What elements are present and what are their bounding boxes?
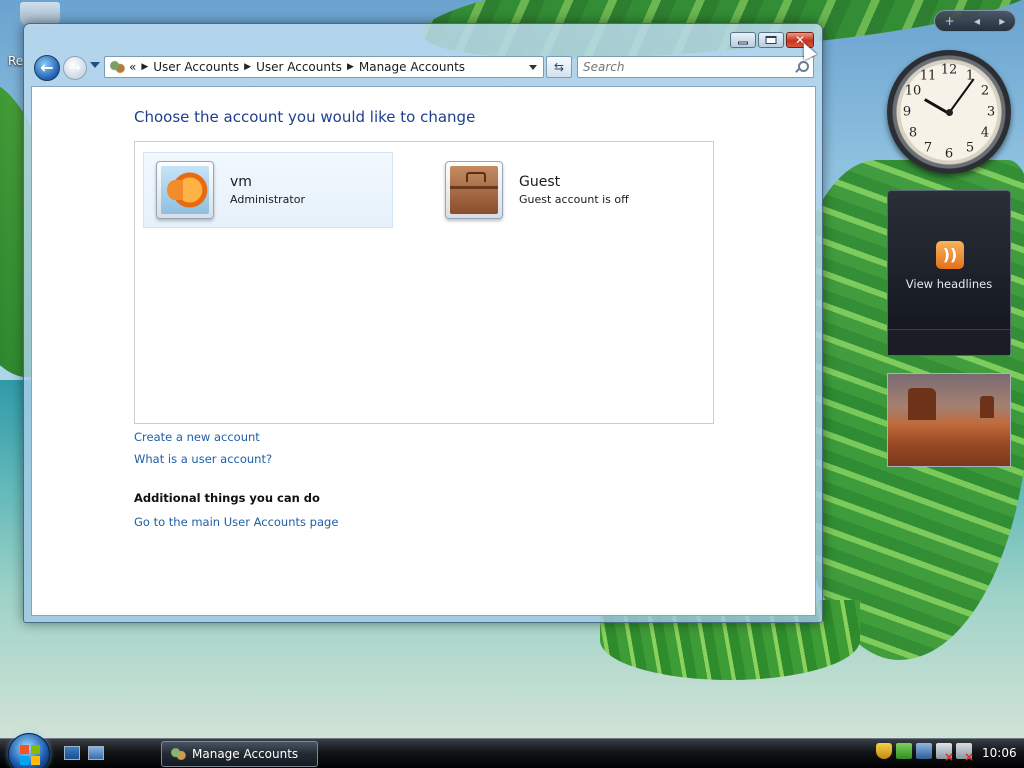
search-icon[interactable] <box>794 60 809 74</box>
breadcrumb-item[interactable]: User Accounts <box>256 60 342 74</box>
clock-numeral: 7 <box>923 140 933 156</box>
network-icon[interactable] <box>916 743 932 759</box>
address-bar[interactable]: « ▶ User Accounts ▶ User Accounts ▶ Mana… <box>104 56 544 78</box>
briefcase-icon <box>450 166 498 214</box>
main-user-accounts-link[interactable]: Go to the main User Accounts page <box>134 515 338 529</box>
taskbar-clock[interactable]: 10:06 <box>982 746 1017 760</box>
breadcrumb-item[interactable]: User Accounts <box>153 60 239 74</box>
recent-pages-dropdown[interactable] <box>90 62 100 68</box>
clock-numeral: 11 <box>919 68 937 84</box>
clock-numeral: 3 <box>986 104 996 120</box>
rss-icon: )) <box>936 241 964 269</box>
additional-section-title: Additional things you can do <box>134 491 320 505</box>
clock-numeral: 5 <box>965 140 975 156</box>
clock-numeral: 2 <box>980 83 990 99</box>
add-gadget-button[interactable]: + <box>945 14 955 28</box>
windows-logo-icon <box>20 745 40 765</box>
what-is-user-account-link[interactable]: What is a user account? <box>134 452 272 466</box>
address-overflow[interactable]: « <box>129 60 136 74</box>
previous-gadgets-button[interactable]: ◂ <box>974 14 980 28</box>
taskbar-button-manage-accounts[interactable]: Manage Accounts <box>161 741 318 767</box>
slideshow-image <box>980 396 994 418</box>
account-tile-vm[interactable]: vm Administrator <box>143 152 393 228</box>
clock-numeral: 4 <box>980 125 990 141</box>
feed-headlines-gadget[interactable]: )) View headlines <box>887 190 1011 356</box>
forward-arrow-icon: → <box>69 60 81 76</box>
search-box[interactable] <box>577 56 814 78</box>
taskbar: Manage Accounts 10:06 <box>0 733 1024 768</box>
slideshow-gadget[interactable] <box>887 373 1011 467</box>
forward-button[interactable]: → <box>63 56 87 80</box>
recycle-bin-label[interactable]: Re <box>8 54 23 68</box>
volume-muted-icon[interactable] <box>956 743 974 764</box>
page-title: Choose the account you would like to cha… <box>134 108 476 126</box>
maximize-icon <box>765 36 777 44</box>
view-headlines-label[interactable]: View headlines <box>888 277 1010 291</box>
user-accounts-icon <box>170 747 186 761</box>
account-name: Guest <box>519 174 561 190</box>
clock-numeral: 8 <box>908 125 918 141</box>
back-button[interactable]: ← <box>34 55 60 81</box>
breadcrumb-separator-icon[interactable]: ▶ <box>347 62 354 72</box>
user-accounts-icon <box>109 60 125 74</box>
switch-windows-icon[interactable] <box>88 746 104 760</box>
minimize-icon <box>738 41 748 45</box>
network-disconnected-icon[interactable] <box>936 743 954 764</box>
show-desktop-icon[interactable] <box>64 746 80 760</box>
breadcrumb-separator-icon[interactable]: ▶ <box>141 62 148 72</box>
account-picture-frame <box>445 161 503 219</box>
clock-numeral: 12 <box>940 62 958 78</box>
clock-minute-hand <box>948 78 975 114</box>
start-button[interactable] <box>8 733 50 768</box>
taskbar-button-label: Manage Accounts <box>192 747 299 761</box>
account-text: Guest Guest account is off <box>519 174 629 206</box>
manage-accounts-window: ✕ ← → « ▶ User Accounts ▶ User Accounts … <box>23 23 823 623</box>
breadcrumb-separator-icon[interactable]: ▶ <box>244 62 251 72</box>
back-arrow-icon: ← <box>40 58 54 77</box>
address-history-dropdown-icon[interactable] <box>529 64 537 70</box>
breadcrumb-item-current[interactable]: Manage Accounts <box>359 60 465 74</box>
content-pane: Choose the account you would like to cha… <box>31 86 816 616</box>
update-check-icon[interactable] <box>896 743 912 759</box>
sidebar-controls: + ◂ ▸ <box>934 10 1016 32</box>
goldfish-icon <box>161 166 209 214</box>
clock-center <box>946 109 953 116</box>
search-input[interactable] <box>578 57 794 77</box>
account-picture-frame <box>156 161 214 219</box>
account-type: Guest account is off <box>519 193 629 206</box>
next-gadgets-button[interactable]: ▸ <box>999 14 1005 28</box>
slideshow-image <box>908 388 936 420</box>
account-type: Administrator <box>230 193 305 206</box>
notification-area <box>876 743 974 764</box>
clock-numeral: 6 <box>944 146 954 162</box>
navigation-bar: ← → « ▶ User Accounts ▶ User Accounts ▶ … <box>32 54 814 82</box>
account-text: vm Administrator <box>230 174 305 206</box>
refresh-icon: ⇆ <box>553 60 565 74</box>
account-tile-guest[interactable]: Guest Guest account is off <box>433 152 683 228</box>
gadget-footer <box>888 329 1010 355</box>
maximize-button[interactable] <box>758 32 784 48</box>
clock-numeral: 9 <box>902 104 912 120</box>
account-name: vm <box>230 174 252 190</box>
create-account-link[interactable]: Create a new account <box>134 430 260 444</box>
clock-numeral: 10 <box>904 83 922 99</box>
minimize-button[interactable] <box>730 32 756 48</box>
security-shield-icon[interactable] <box>876 743 892 759</box>
refresh-button[interactable]: ⇆ <box>546 56 572 78</box>
clock-gadget[interactable]: 12 1 2 3 4 5 6 7 8 9 10 11 <box>887 50 1011 174</box>
accounts-list: vm Administrator Guest Guest account is … <box>134 141 714 424</box>
